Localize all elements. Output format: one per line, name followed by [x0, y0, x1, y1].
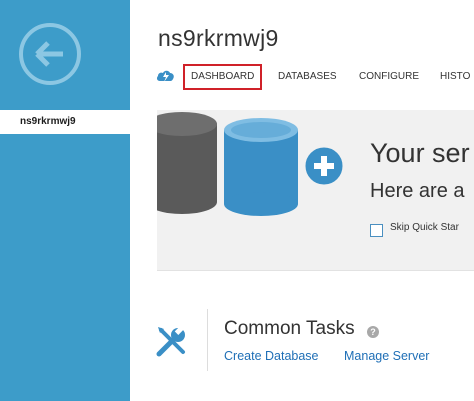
- tasks-divider: [207, 309, 208, 371]
- arrow-left-icon: [35, 41, 63, 67]
- sidebar: ns9rkrmwj9: [0, 0, 130, 401]
- common-tasks-title: Common Tasks: [224, 318, 355, 339]
- quickstart-panel: Your ser Here are a Skip Quick Star: [157, 110, 474, 271]
- page-title: ns9rkrmwj9: [158, 25, 279, 51]
- sidebar-item-server[interactable]: ns9rkrmwj9: [0, 110, 130, 134]
- quickstart-title: Your ser: [370, 138, 470, 168]
- cloud-lightning-icon[interactable]: [156, 67, 176, 83]
- tab-bar: DASHBOARD DATABASES CONFIGURE HISTO: [156, 64, 474, 92]
- skip-quickstart-label[interactable]: Skip Quick Star: [390, 222, 459, 233]
- quickstart-subtitle: Here are a: [370, 180, 465, 202]
- help-icon[interactable]: ?: [367, 326, 379, 338]
- skip-quickstart-checkbox[interactable]: [370, 224, 383, 237]
- tools-icon: [156, 325, 185, 357]
- tab-dashboard[interactable]: DASHBOARD: [183, 64, 263, 90]
- manage-server-link[interactable]: Manage Server: [344, 349, 429, 363]
- tab-configure[interactable]: CONFIGURE: [359, 68, 419, 86]
- create-database-link[interactable]: Create Database: [224, 349, 319, 363]
- tab-databases[interactable]: DATABASES: [278, 68, 337, 86]
- database-add-illustration: [157, 112, 346, 216]
- back-button[interactable]: [19, 23, 81, 85]
- tab-history[interactable]: HISTO: [440, 68, 470, 86]
